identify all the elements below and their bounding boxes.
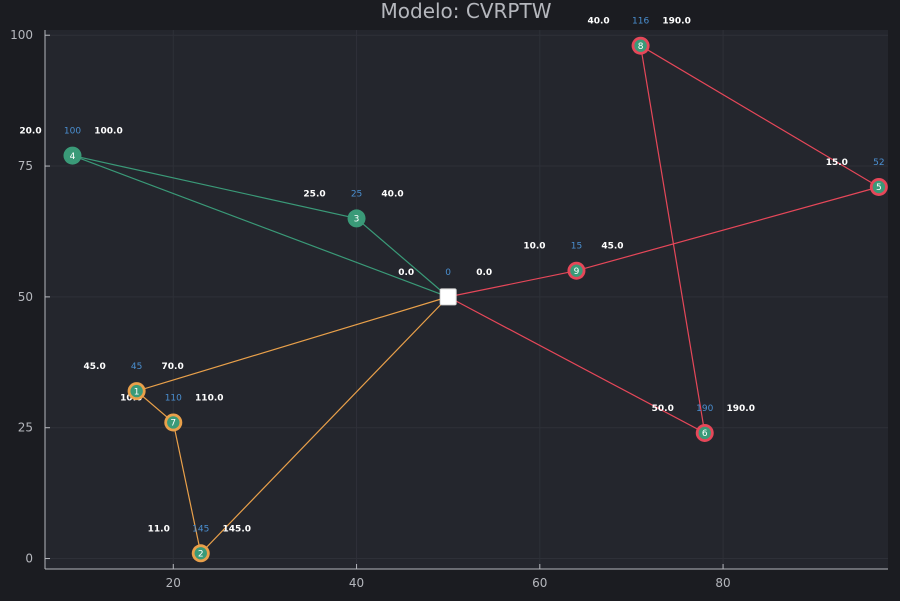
- node-6-mid-label: 190: [696, 404, 713, 414]
- node-1-left-label: 45.0: [84, 362, 106, 372]
- node-4-id-label: 4: [70, 152, 76, 162]
- node-2-id-label: 2: [198, 550, 204, 560]
- node-4-right-label: 100.0: [94, 127, 122, 137]
- x-tick-label: 80: [715, 576, 730, 590]
- node-9-mid-label: 15: [571, 242, 582, 252]
- node-2-left-label: 11.0: [148, 524, 170, 534]
- y-tick-label: 50: [18, 290, 33, 304]
- node-6-id-label: 6: [702, 429, 708, 439]
- node-5-mid-label: 52: [873, 158, 884, 168]
- node-8-id-label: 8: [638, 42, 644, 52]
- depot-left-label: 0.0: [398, 268, 414, 278]
- y-tick-label: 0: [25, 552, 33, 566]
- node-1-id-label: 1: [134, 387, 140, 397]
- x-tick-label: 60: [532, 576, 547, 590]
- plot-area: [45, 30, 888, 569]
- node-3-left-label: 25.0: [303, 189, 325, 199]
- node-9-id-label: 9: [574, 267, 580, 277]
- node-3-mid-label: 25: [351, 189, 362, 199]
- y-tick-label: 25: [18, 421, 33, 435]
- node-1-right-label: 70.0: [162, 362, 184, 372]
- depot-marker: [439, 288, 457, 306]
- node-3-right-label: 40.0: [381, 189, 403, 199]
- node-7-id-label: 7: [170, 419, 176, 429]
- node-4-mid-label: 100: [64, 127, 81, 137]
- node-9-right-label: 45.0: [601, 242, 623, 252]
- depot-right-label: 0.0: [476, 268, 492, 278]
- node-7-mid-label: 110: [165, 393, 182, 403]
- chart: 20 40 60 800255075100 0.0 0 0.045.0 45 70.011.0…: [0, 0, 900, 601]
- depot-mid-label: 0: [445, 268, 451, 278]
- node-1-mid-label: 45: [131, 362, 142, 372]
- chart-title: Modelo: CVRPTW: [381, 0, 552, 23]
- node-6-right-label: 190.0: [727, 404, 755, 414]
- node-8-right-label: 190.0: [662, 17, 690, 27]
- y-tick-label: 100: [10, 28, 33, 42]
- node-3-id-label: 3: [354, 215, 360, 225]
- node-8-left-label: 40.0: [587, 17, 609, 27]
- node-5-id-label: 5: [876, 183, 882, 193]
- node-2-mid-label: 145: [192, 524, 209, 534]
- node-7-right-label: 110.0: [195, 393, 223, 403]
- node-4-left-label: 20.0: [19, 127, 41, 137]
- x-tick-label: 40: [349, 576, 364, 590]
- node-8-mid-label: 116: [632, 17, 649, 27]
- node-5-left-label: 15.0: [826, 158, 848, 168]
- node-2-right-label: 145.0: [223, 524, 251, 534]
- x-tick-label: 20: [166, 576, 181, 590]
- node-9-left-label: 10.0: [523, 242, 545, 252]
- y-tick-label: 75: [18, 159, 33, 173]
- node-6-left-label: 50.0: [652, 404, 674, 414]
